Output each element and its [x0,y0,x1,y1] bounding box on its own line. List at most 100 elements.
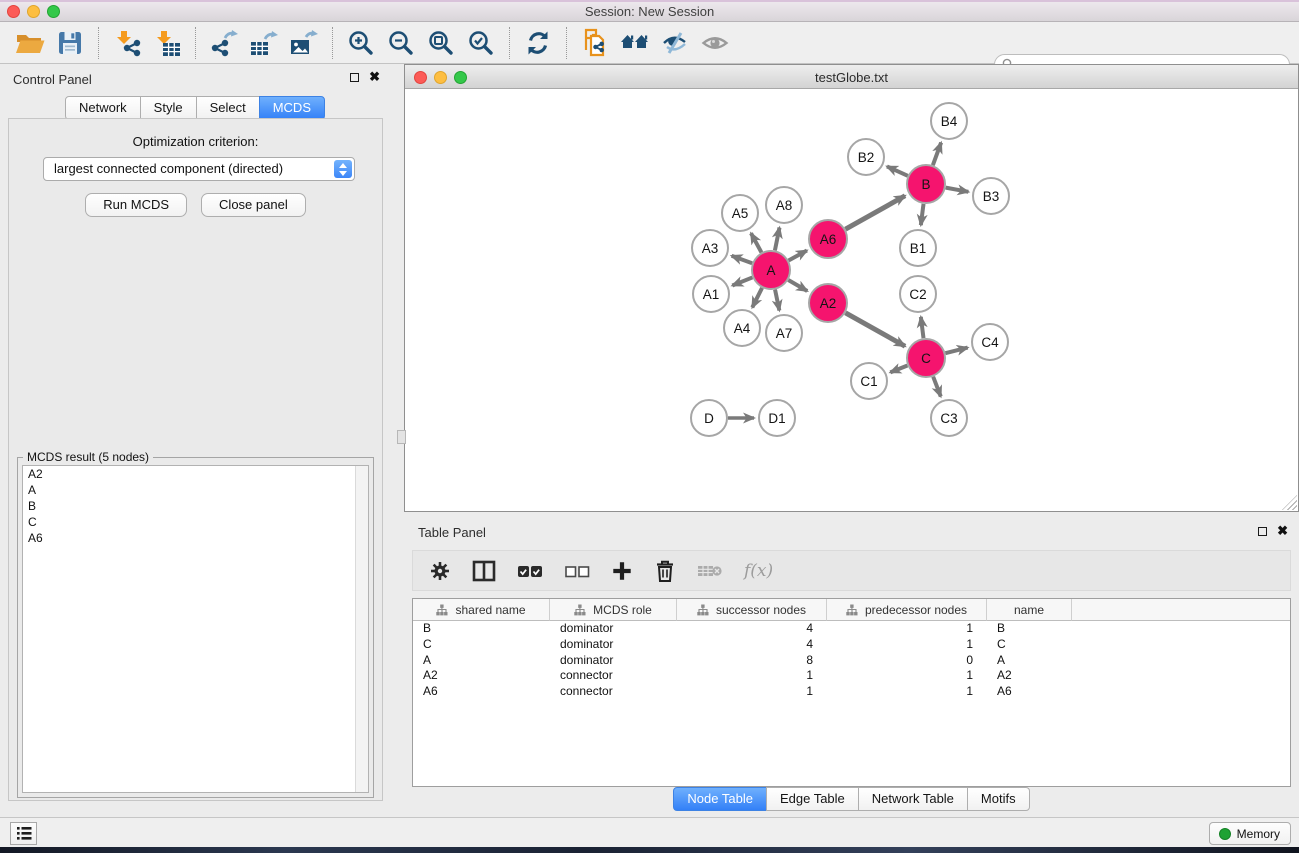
deselect-all-checkboxes-button[interactable] [564,563,590,579]
export-image-button[interactable] [284,25,324,61]
edge-C-C3[interactable] [933,377,941,397]
node-D1[interactable]: D1 [759,400,795,436]
import-network-button[interactable] [107,25,147,61]
close-panel-button[interactable]: Close panel [201,193,306,217]
zoom-fit-button[interactable] [421,25,461,61]
tab-mcds[interactable]: MCDS [259,96,325,120]
show-column-button[interactable] [472,560,496,582]
edge-A6-B[interactable] [845,196,905,229]
table-row[interactable]: Bdominator41B [413,621,1290,637]
tab-edge-table[interactable]: Edge Table [766,787,859,811]
table-cell[interactable]: B [413,621,550,637]
mcds-result-list[interactable]: A2ABCA6 [22,465,369,793]
tab-network[interactable]: Network [65,96,141,120]
node-B[interactable]: B [907,165,945,203]
column-header-mcds-role[interactable]: MCDS role [550,599,677,621]
task-history-button[interactable] [10,822,37,845]
table-cell[interactable]: 8 [677,653,827,669]
node-A7[interactable]: A7 [766,315,802,351]
vertical-splitter-handle[interactable] [397,430,406,444]
table-cell[interactable]: 1 [827,668,987,684]
close-table-panel-icon[interactable]: ✖ [1277,526,1288,536]
open-session-button[interactable] [10,25,50,61]
table-cell[interactable]: dominator [550,637,677,653]
tab-style[interactable]: Style [140,96,197,120]
select-all-checkboxes-button[interactable] [517,563,543,579]
delete-row-button[interactable] [654,559,676,583]
mcds-result-item[interactable]: A6 [23,530,368,546]
node-A5[interactable]: A5 [722,195,758,231]
node-D[interactable]: D [691,400,727,436]
tab-select[interactable]: Select [196,96,260,120]
table-cell[interactable]: 1 [827,621,987,637]
node-A2[interactable]: A2 [809,284,847,322]
node-A[interactable]: A [752,251,790,289]
node-B4[interactable]: B4 [931,103,967,139]
table-cell[interactable]: dominator [550,621,677,637]
table-cell[interactable]: 4 [677,637,827,653]
column-header-name[interactable]: name [987,599,1072,621]
network-canvas[interactable]: AA1A2A3A4A5A6A7A8BB1B2B3B4CC1C2C3C4DD1 [405,90,1298,511]
edge-A-A4[interactable] [752,288,762,308]
column-header-predecessor-nodes[interactable]: predecessor nodes [827,599,987,621]
table-cell[interactable]: dominator [550,653,677,669]
edge-B-B4[interactable] [933,143,941,166]
node-A3[interactable]: A3 [692,230,728,266]
table-row[interactable]: A2connector11A2 [413,668,1290,684]
hide-graphics-details-button[interactable] [655,25,695,61]
float-panel-icon[interactable] [350,73,359,82]
table-cell[interactable]: connector [550,684,677,700]
table-row[interactable]: A6connector11A6 [413,684,1290,700]
column-header-shared-name[interactable]: shared name [413,599,550,621]
home-button[interactable] [615,25,655,61]
node-A1[interactable]: A1 [693,276,729,312]
edge-C-C1[interactable] [890,365,907,372]
edge-C-C4[interactable] [945,348,967,354]
node-A6[interactable]: A6 [809,220,847,258]
column-header-successor-nodes[interactable]: successor nodes [677,599,827,621]
node-C1[interactable]: C1 [851,363,887,399]
edge-A-A1[interactable] [732,277,752,285]
table-cell[interactable]: B [987,621,1072,637]
node-B2[interactable]: B2 [848,139,884,175]
run-mcds-button[interactable]: Run MCDS [85,193,187,217]
table-cell[interactable]: A2 [987,668,1072,684]
edge-A-A8[interactable] [775,228,780,251]
table-cell[interactable]: C [413,637,550,653]
edge-A-A5[interactable] [751,233,761,252]
tab-network-table[interactable]: Network Table [858,787,968,811]
result-scrollbar[interactable] [355,466,368,792]
criterion-select[interactable]: largest connected component (directed) [43,157,355,181]
table-settings-button[interactable] [429,560,451,582]
export-network-button[interactable] [204,25,244,61]
table-row[interactable]: Adominator80A [413,653,1290,669]
edge-A-A3[interactable] [732,256,753,263]
refresh-button[interactable] [518,25,558,61]
node-C4[interactable]: C4 [972,324,1008,360]
network-window-titlebar[interactable]: testGlobe.txt [405,65,1298,89]
node-C2[interactable]: C2 [900,276,936,312]
table-cell[interactable]: A6 [987,684,1072,700]
table-cell[interactable]: connector [550,668,677,684]
table-cell[interactable]: 1 [677,684,827,700]
network-graph[interactable]: AA1A2A3A4A5A6A7A8BB1B2B3B4CC1C2C3C4DD1 [405,90,1298,512]
save-session-button[interactable] [50,25,90,61]
table-cell[interactable]: 4 [677,621,827,637]
edge-B-B3[interactable] [946,188,969,192]
edge-C-C2[interactable] [921,317,924,338]
node-B3[interactable]: B3 [973,178,1009,214]
mcds-result-item[interactable]: B [23,498,368,514]
node-B1[interactable]: B1 [900,230,936,266]
table-cell[interactable]: A6 [413,684,550,700]
table-cell[interactable]: A [987,653,1072,669]
mcds-result-item[interactable]: C [23,514,368,530]
node-A8[interactable]: A8 [766,187,802,223]
memory-button[interactable]: Memory [1209,822,1291,845]
export-table-button[interactable] [244,25,284,61]
table-row[interactable]: Cdominator41C [413,637,1290,653]
tab-motifs[interactable]: Motifs [967,787,1030,811]
node-A4[interactable]: A4 [724,310,760,346]
float-table-panel-icon[interactable] [1258,527,1267,536]
edge-A2-C[interactable] [845,313,905,346]
node-C[interactable]: C [907,339,945,377]
